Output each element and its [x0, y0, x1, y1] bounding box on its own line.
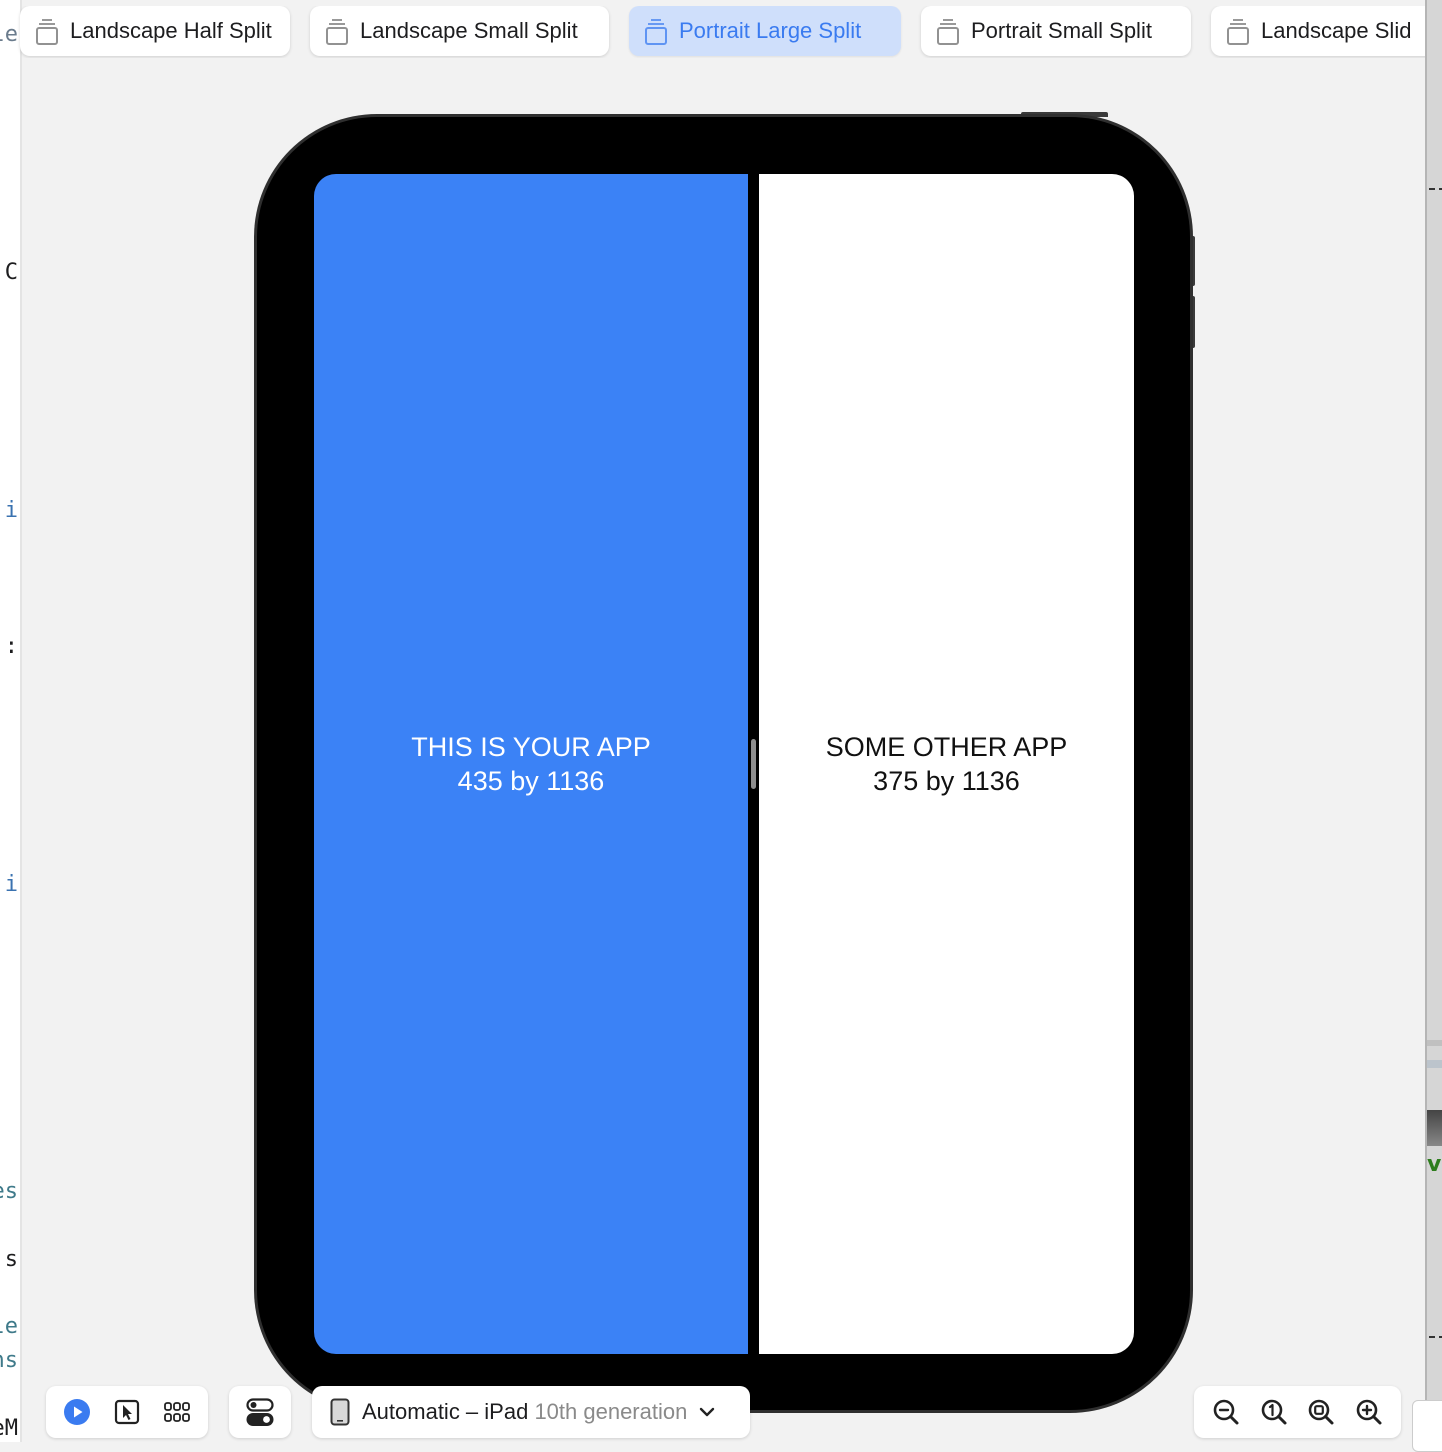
code-fragment: i [4, 872, 18, 897]
primary-app-pane[interactable]: THIS IS YOUR APP 435 by 1136 [314, 174, 748, 1354]
zoom-to-fit-icon [1309, 1399, 1334, 1425]
code-fragment: s [4, 1247, 18, 1272]
preset-portrait-large-split[interactable]: Portrait Large Split [629, 6, 901, 56]
multitask-icon [36, 19, 58, 45]
dashed-line [1429, 1336, 1442, 1338]
edge-bar [1427, 1110, 1442, 1146]
zoom-controls [1194, 1386, 1401, 1438]
live-mode-button[interactable] [59, 1394, 95, 1430]
preset-label: Landscape Half Split [70, 18, 272, 43]
multitask-icon [326, 19, 348, 45]
code-fragment: eM [0, 1416, 18, 1441]
zoom-out-button[interactable] [1208, 1394, 1244, 1430]
zoom-to-fit-button[interactable] [1303, 1394, 1339, 1430]
primary-app-title: THIS IS YOUR APP [411, 732, 651, 762]
preset-label: Landscape Small Split [360, 18, 578, 43]
secondary-app-title: SOME OTHER APP [825, 732, 1068, 762]
zoom-in-icon [1356, 1399, 1382, 1425]
zoom-in-button[interactable] [1351, 1394, 1387, 1430]
preset-landscape-slide-over[interactable]: Landscape Slid [1211, 6, 1425, 56]
multitask-icon [1227, 19, 1249, 45]
preset-label: Portrait Small Split [971, 18, 1152, 43]
preview-presets-bar: Landscape Half Split Landscape Small Spl… [0, 6, 1425, 58]
ipad-icon [330, 1398, 350, 1426]
device-volume-down-button [1190, 296, 1195, 348]
device-generation: 10th generation [534, 1399, 688, 1424]
secondary-app-pane[interactable]: SOME OTHER APP 375 by 1136 [759, 174, 1134, 1354]
chevron-down-icon [700, 1407, 715, 1417]
selectable-mode-button[interactable] [109, 1394, 145, 1430]
variants-button[interactable] [159, 1394, 195, 1430]
secondary-app-size: 375 by 1136 [873, 766, 1020, 796]
multitask-icon [937, 19, 959, 45]
code-fragment: ve [1427, 1152, 1442, 1177]
zoom-actual-size-button[interactable] [1256, 1394, 1292, 1430]
preset-landscape-half-split[interactable]: Landscape Half Split [20, 6, 290, 56]
zoom-actual-size-icon [1261, 1399, 1287, 1425]
preset-portrait-small-split[interactable]: Portrait Small Split [921, 6, 1191, 56]
device-name: Automatic – iPad [362, 1399, 529, 1424]
canvas-mode-group [46, 1386, 208, 1438]
multitask-icon [645, 19, 667, 45]
device-settings-button[interactable] [229, 1386, 291, 1438]
dashed-line [1429, 188, 1442, 190]
code-fragment: ns [0, 1348, 18, 1373]
play-circle-icon [64, 1399, 90, 1425]
cursor-select-icon [114, 1399, 140, 1425]
toggles-icon [246, 1398, 274, 1426]
code-fragment: le [0, 1314, 18, 1339]
code-fragment: : [4, 634, 18, 659]
inspector-box [1412, 1400, 1442, 1452]
zoom-out-icon [1213, 1399, 1239, 1425]
preset-label: Portrait Large Split [679, 18, 862, 43]
inspector-edge: ve [1427, 0, 1442, 1442]
preset-label: Landscape Slid [1261, 18, 1412, 43]
device-volume-up-button [1190, 236, 1195, 286]
code-fragment: i [4, 498, 18, 523]
primary-app-size: 435 by 1136 [457, 766, 605, 796]
edge-bar [1427, 1060, 1442, 1068]
code-fragment: C [4, 260, 18, 285]
code-fragment: es [0, 1179, 18, 1204]
code-editor-edge: leCi:iesslenseM [0, 0, 20, 1442]
split-view-divider-handle[interactable] [751, 739, 756, 789]
grid-variants-icon [164, 1402, 190, 1422]
device-selector[interactable]: Automatic – iPad 10th generation [312, 1386, 750, 1438]
edge-bar [1427, 1040, 1442, 1046]
pane-divider-left[interactable] [20, 0, 22, 1442]
preset-landscape-small-split[interactable]: Landscape Small Split [310, 6, 609, 56]
